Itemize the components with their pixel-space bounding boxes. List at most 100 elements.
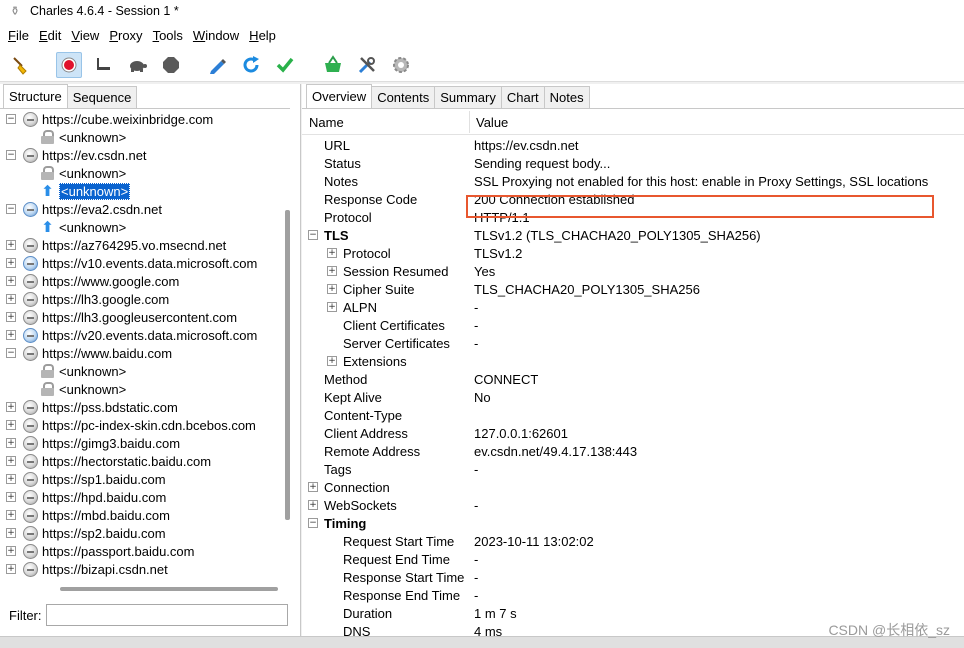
- table-row[interactable]: Server Certificates -: [302, 334, 964, 352]
- expand-icon[interactable]: +: [6, 510, 16, 520]
- expand-icon[interactable]: +: [6, 564, 16, 574]
- expand-icon[interactable]: +: [327, 284, 337, 294]
- tree-host-row[interactable]: − https://cube.weixinbridge.com: [6, 110, 213, 128]
- expand-icon[interactable]: +: [6, 438, 16, 448]
- expand-icon[interactable]: +: [6, 474, 16, 484]
- stop-icon[interactable]: [158, 52, 184, 78]
- column-header-name[interactable]: Name: [309, 109, 344, 135]
- tab-notes[interactable]: Notes: [543, 86, 590, 108]
- throttle-icon[interactable]: [90, 52, 116, 78]
- expand-icon[interactable]: +: [6, 402, 16, 412]
- table-row[interactable]: + Cipher Suite TLS_CHACHA20_POLY1305_SHA25…: [302, 280, 964, 298]
- table-row[interactable]: Content-Type: [302, 406, 964, 424]
- tree-host-row[interactable]: + https://v20.events.data.microsoft.com: [6, 326, 257, 344]
- expand-icon[interactable]: +: [6, 546, 16, 556]
- tree-host-row[interactable]: + https://passport.baidu.com: [6, 542, 194, 560]
- table-row[interactable]: Client Certificates -: [302, 316, 964, 334]
- expand-icon[interactable]: +: [327, 302, 337, 312]
- tree-child-row[interactable]: <unknown>: [40, 362, 126, 380]
- expand-icon[interactable]: +: [327, 248, 337, 258]
- expand-icon[interactable]: +: [6, 294, 16, 304]
- collapse-icon[interactable]: −: [308, 230, 318, 240]
- menu-item[interactable]: Window: [188, 28, 244, 43]
- table-row[interactable]: − TLS TLSv1.2 (TLS_CHACHA20_POLY1305_SHA25…: [302, 226, 964, 244]
- tab-summary[interactable]: Summary: [434, 86, 502, 108]
- tree-host-row[interactable]: + https://lh3.googleusercontent.com: [6, 308, 237, 326]
- collapse-icon[interactable]: −: [308, 518, 318, 528]
- tree-host-row[interactable]: + https://az764295.vo.msecnd.net: [6, 236, 226, 254]
- expand-icon[interactable]: +: [6, 420, 16, 430]
- tree-host-row[interactable]: + https://bizapi.csdn.net: [6, 560, 168, 578]
- table-row[interactable]: Remote Address ev.csdn.net/49.4.17.138:44…: [302, 442, 964, 460]
- expand-icon[interactable]: +: [327, 266, 337, 276]
- expand-icon[interactable]: +: [327, 356, 337, 366]
- tree-host-row[interactable]: + https://sp2.baidu.com: [6, 524, 166, 542]
- tree-child-row[interactable]: <unknown>: [40, 380, 126, 398]
- tree-horizontal-scrollbar[interactable]: [60, 587, 278, 591]
- tree-host-row[interactable]: − https://www.baidu.com: [6, 344, 172, 362]
- tree-host-row[interactable]: + https://mbd.baidu.com: [6, 506, 170, 524]
- table-row[interactable]: + Protocol TLSv1.2: [302, 244, 964, 262]
- column-header-value[interactable]: Value: [476, 109, 508, 135]
- table-row[interactable]: URL https://ev.csdn.net: [302, 136, 964, 154]
- turtle-icon[interactable]: [124, 52, 150, 78]
- menu-item[interactable]: Proxy: [104, 28, 147, 43]
- expand-icon[interactable]: +: [308, 482, 318, 492]
- tree-host-row[interactable]: + https://www.google.com: [6, 272, 179, 290]
- menu-item[interactable]: Tools: [148, 28, 188, 43]
- collapse-icon[interactable]: −: [6, 150, 16, 160]
- tab-contents[interactable]: Contents: [371, 86, 436, 108]
- tree-host-row[interactable]: + https://lh3.google.com: [6, 290, 169, 308]
- table-row[interactable]: − Timing: [302, 514, 964, 532]
- settings-icon[interactable]: [388, 52, 414, 78]
- refresh-icon[interactable]: [238, 52, 264, 78]
- tree-child-row[interactable]: <unknown>: [40, 128, 126, 146]
- filter-input[interactable]: [45, 604, 288, 626]
- menu-item[interactable]: Edit: [34, 28, 66, 43]
- table-row[interactable]: + Extensions: [302, 352, 964, 370]
- expand-icon[interactable]: +: [6, 492, 16, 502]
- tree-vertical-scrollbar[interactable]: [285, 210, 290, 520]
- menu-item[interactable]: Help: [244, 28, 281, 43]
- tree-host-row[interactable]: + https://pc-index-skin.cdn.bcebos.com: [6, 416, 256, 434]
- expand-icon[interactable]: +: [6, 276, 16, 286]
- pen-icon[interactable]: [204, 52, 230, 78]
- host-tree[interactable]: − https://cube.weixinbridge.com <unknown> −…: [0, 108, 290, 582]
- table-row[interactable]: Notes SSL Proxying not enabled for this h…: [302, 172, 964, 190]
- tab-chart[interactable]: Chart: [500, 86, 545, 108]
- collapse-icon[interactable]: −: [6, 114, 16, 124]
- tree-host-row[interactable]: + https://hectorstatic.baidu.com: [6, 452, 211, 470]
- expand-icon[interactable]: +: [308, 500, 318, 510]
- broom-icon[interactable]: [8, 52, 34, 78]
- check-icon[interactable]: [272, 52, 298, 78]
- tools-icon[interactable]: [354, 52, 380, 78]
- table-row[interactable]: + ALPN -: [302, 298, 964, 316]
- tree-host-row[interactable]: − https://eva2.csdn.net: [6, 200, 162, 218]
- tree-host-row[interactable]: + https://pss.bdstatic.com: [6, 398, 178, 416]
- tree-child-row[interactable]: ⬆ <unknown>: [40, 182, 131, 200]
- table-row[interactable]: Kept Alive No: [302, 388, 964, 406]
- basket-icon[interactable]: [320, 52, 346, 78]
- tab-sequence[interactable]: Sequence: [66, 86, 138, 108]
- expand-icon[interactable]: +: [6, 456, 16, 466]
- collapse-icon[interactable]: −: [6, 348, 16, 358]
- table-row[interactable]: Status Sending request body...: [302, 154, 964, 172]
- tree-host-row[interactable]: + https://v10.events.data.microsoft.com: [6, 254, 257, 272]
- tree-child-row[interactable]: ⬆ <unknown>: [40, 218, 126, 236]
- expand-icon[interactable]: +: [6, 240, 16, 250]
- expand-icon[interactable]: +: [6, 330, 16, 340]
- menu-item[interactable]: File: [3, 28, 34, 43]
- table-row[interactable]: Request Start Time 2023-10-11 13:02:02: [302, 532, 964, 550]
- tree-host-row[interactable]: − https://ev.csdn.net: [6, 146, 147, 164]
- expand-icon[interactable]: +: [6, 528, 16, 538]
- table-row[interactable]: Response End Time -: [302, 586, 964, 604]
- table-row[interactable]: Client Address 127.0.0.1:62601: [302, 424, 964, 442]
- collapse-icon[interactable]: −: [6, 204, 16, 214]
- menu-item[interactable]: View: [66, 28, 104, 43]
- expand-icon[interactable]: +: [6, 312, 16, 322]
- table-row[interactable]: Tags -: [302, 460, 964, 478]
- tree-child-row[interactable]: <unknown>: [40, 164, 126, 182]
- record-icon[interactable]: [56, 52, 82, 78]
- tree-host-row[interactable]: + https://gimg3.baidu.com: [6, 434, 180, 452]
- table-row[interactable]: + WebSockets -: [302, 496, 964, 514]
